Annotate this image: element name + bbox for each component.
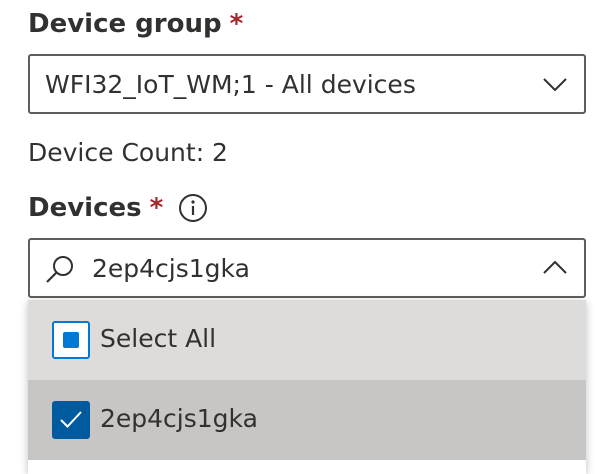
devices-label-text: Devices	[28, 193, 142, 223]
option-select-all[interactable]: Select All	[28, 300, 586, 380]
device-group-dropdown[interactable]: WFI32_IoT_WM;1 - All devices	[28, 54, 586, 114]
option-device[interactable]: 2ep4cjs1gka	[28, 380, 586, 460]
device-group-label-text: Device group	[28, 9, 222, 39]
devices-combobox[interactable]: 2ep4cjs1gka	[28, 238, 586, 298]
devices-dropdown-list: Select All 2ep4cjs1gka	[28, 300, 586, 474]
device-group-selected-value: WFI32_IoT_WM;1 - All devices	[45, 70, 416, 99]
option-label: 2ep4cjs1gka	[100, 404, 258, 433]
device-count-text: Device Count: 2	[28, 138, 228, 167]
device-checkbox[interactable]	[52, 401, 90, 439]
chevron-up-icon	[543, 260, 567, 274]
search-icon	[46, 256, 73, 283]
required-asterisk: *	[149, 193, 164, 223]
checkmark-icon	[60, 411, 82, 428]
option-label: Select All	[100, 324, 217, 353]
chevron-down-icon	[543, 78, 567, 92]
required-asterisk: *	[229, 9, 244, 39]
select-all-checkbox[interactable]	[52, 321, 90, 359]
indeterminate-mark	[63, 332, 79, 348]
device-selection-form: Device group * WFI32_IoT_WM;1 - All devic…	[0, 0, 616, 474]
device-group-label: Device group *	[28, 9, 243, 39]
devices-search-input[interactable]: 2ep4cjs1gka	[92, 255, 250, 283]
info-icon[interactable]	[178, 193, 208, 223]
devices-label: Devices *	[28, 193, 163, 223]
